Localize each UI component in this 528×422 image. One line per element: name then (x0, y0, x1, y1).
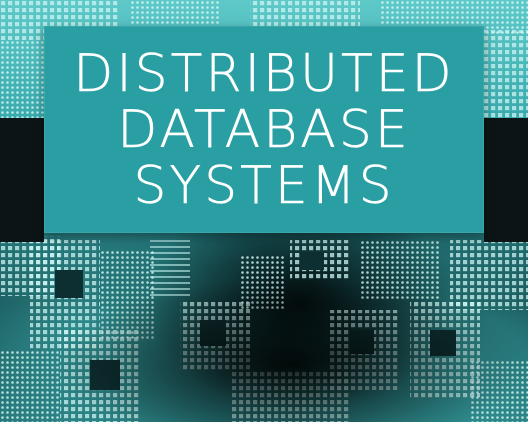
right-dark-band (484, 118, 528, 242)
title-line-3: SYSTEMS (133, 155, 395, 216)
title-line-2: DATABASE (117, 99, 411, 160)
left-dark-band (0, 118, 44, 242)
title-box: DISTRIBUTED DATABASE SYSTEMS (44, 26, 484, 233)
book-cover: DISTRIBUTED DATABASE SYSTEMS (0, 0, 528, 422)
title-line-1: DISTRIBUTED (73, 43, 455, 104)
